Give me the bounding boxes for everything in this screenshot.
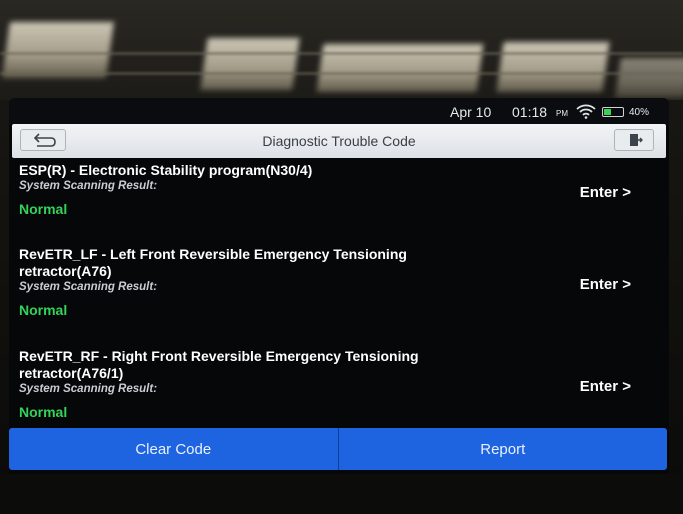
report-button[interactable]: Report (339, 428, 668, 470)
battery-icon (602, 107, 624, 117)
scan-result-label: System Scanning Result: (19, 383, 158, 395)
status-time: 01:18 (512, 104, 548, 120)
status-ampm: PM (556, 109, 568, 118)
status-bar: Apr 10 01:18 PM 40% (9, 98, 669, 124)
status-date: Apr 10 (450, 104, 492, 120)
ceiling-beam (0, 52, 683, 55)
exit-button[interactable] (614, 129, 654, 151)
status-badge: Normal (19, 201, 68, 217)
system-title: RevETR_RF - Right Front Reversible Emerg… (19, 348, 419, 381)
ceiling-light (2, 22, 114, 78)
battery-percent: 40% (629, 107, 650, 118)
background-ceiling (0, 0, 683, 100)
title-bar: Diagnostic Trouble Code (12, 124, 666, 158)
page-title: Diagnostic Trouble Code (262, 133, 416, 149)
list-item[interactable]: RevETR_LF - Left Front Reversible Emerge… (19, 246, 659, 318)
battery-fill (604, 109, 611, 115)
status-badge: Normal (19, 404, 68, 420)
photo-scene: Apr 10 01:18 PM 40% Diagnostic Trouble C… (0, 0, 683, 514)
list-item[interactable]: RevETR_RF - Right Front Reversible Emerg… (19, 348, 659, 420)
action-bar: Clear Code Report (9, 428, 667, 470)
exit-door-icon (630, 134, 643, 146)
scan-result-label: System Scanning Result: (19, 180, 158, 192)
wifi-icon (576, 104, 596, 119)
scan-result-label: System Scanning Result: (19, 281, 158, 293)
ceiling-light (615, 58, 683, 98)
clear-code-button[interactable]: Clear Code (9, 428, 338, 470)
list-item[interactable]: ESP(R) - Electronic Stability program(N3… (19, 162, 659, 217)
device-bezel-bottom (0, 474, 683, 514)
ceiling-beam (0, 72, 683, 75)
system-title: ESP(R) - Electronic Stability program(N3… (19, 162, 313, 178)
system-list[interactable]: ESP(R) - Electronic Stability program(N3… (9, 158, 669, 474)
enter-button[interactable]: Enter > (580, 184, 631, 201)
enter-button[interactable]: Enter > (580, 276, 631, 293)
ceiling-light (496, 42, 610, 92)
ceiling-light (200, 38, 300, 90)
system-title: RevETR_LF - Left Front Reversible Emerge… (19, 246, 407, 279)
device-screen: Apr 10 01:18 PM 40% Diagnostic Trouble C… (9, 98, 669, 474)
status-badge: Normal (19, 302, 68, 318)
enter-button[interactable]: Enter > (580, 378, 631, 395)
